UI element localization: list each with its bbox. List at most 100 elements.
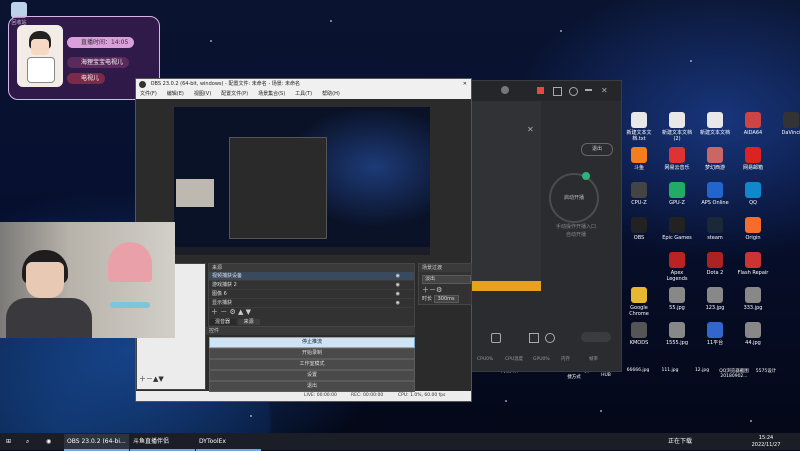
menu-item[interactable]: 文件(F): [140, 91, 157, 97]
tray-download-text[interactable]: 正在下载: [668, 434, 692, 449]
desktop-icon-label[interactable]: QQ浏览器截图20180902...: [719, 368, 749, 379]
close-icon[interactable]: ✕: [601, 86, 608, 95]
desktop-icon[interactable]: 网易云音乐: [660, 147, 694, 171]
desktop-icon[interactable]: Google Chrome: [622, 287, 656, 317]
desktop-icon[interactable]: DaVinci: [774, 112, 800, 136]
remove-icon[interactable]: －: [220, 308, 227, 316]
gear-icon[interactable]: [545, 333, 555, 343]
desktop-icon[interactable]: 1555.jpg: [660, 322, 694, 346]
control-button[interactable]: 停止推流: [209, 337, 415, 348]
add-icon[interactable]: ＋: [211, 308, 218, 316]
tab-mixer[interactable]: 混音器: [209, 319, 237, 325]
desktop-icon-label: KMODS: [629, 340, 649, 346]
menu-item[interactable]: 场景集合(S): [258, 91, 285, 97]
desktop-icon-label: APS Online: [701, 200, 729, 206]
source-item[interactable]: 游戏捕获 2 ◉: [209, 281, 414, 290]
obs-preview[interactable]: [174, 107, 430, 255]
speaker-icon[interactable]: [491, 333, 501, 343]
search-icon[interactable]: ⌕: [26, 434, 36, 449]
app-icon: [707, 252, 723, 268]
desktop-icon[interactable]: Flash Repair: [736, 252, 770, 276]
desktop-icon[interactable]: steam: [698, 217, 732, 241]
desktop-icon-label[interactable]: 12.jpg: [687, 368, 717, 373]
camera-icon[interactable]: [529, 333, 539, 343]
message-icon[interactable]: [553, 87, 562, 96]
windows-start-icon[interactable]: ⊞: [6, 434, 16, 449]
desktop-icon[interactable]: Epic Games: [660, 217, 694, 241]
control-button[interactable]: 设置: [209, 370, 415, 381]
visibility-eye-icon[interactable]: ◉: [396, 299, 400, 307]
menu-item[interactable]: 工具(T): [295, 91, 312, 97]
desktop-icon[interactable]: 123.jpg: [698, 287, 732, 311]
desktop-icon[interactable]: AIDA64: [736, 112, 770, 136]
desktop-icon[interactable]: 梦幻西游: [698, 147, 732, 171]
desktop-icon[interactable]: 11平台: [698, 322, 732, 346]
transition-toolbar: ＋－⚙: [422, 285, 442, 295]
duration-input[interactable]: 300ms: [433, 295, 459, 303]
arrow-up-icon[interactable]: ▲: [238, 308, 243, 316]
desktop-icon[interactable]: Origin: [736, 217, 770, 241]
desktop-icon-label: AIDA64: [743, 130, 763, 136]
close-icon[interactable]: ✕: [463, 79, 467, 90]
gear-icon[interactable]: ⚙: [229, 308, 235, 316]
control-button[interactable]: 退出: [209, 381, 415, 392]
add-icon[interactable]: ＋: [422, 286, 429, 294]
desktop-icon[interactable]: 斗鱼: [622, 147, 656, 171]
add-icon[interactable]: ＋: [139, 375, 146, 383]
transition-select[interactable]: 淡出: [422, 275, 471, 284]
source-item[interactable]: 图像 6 ◉: [209, 290, 414, 299]
desktop-icon[interactable]: 新建文本文档 (2): [660, 112, 694, 142]
source-item[interactable]: 视频捕获设备 ◉: [209, 272, 414, 281]
desktop-icon-label: CPU-Z: [631, 200, 647, 206]
close-icon[interactable]: ✕: [527, 125, 534, 134]
taskbar-item[interactable]: DYToolEx: [196, 434, 261, 451]
clock[interactable]: 15:24 2022/11/27: [740, 435, 792, 450]
desktop-icon[interactable]: APS Online: [698, 182, 732, 206]
gear-icon[interactable]: ⚙: [436, 286, 442, 294]
menu-item[interactable]: 编辑(E): [167, 91, 184, 97]
desktop-icon[interactable]: QQ: [736, 182, 770, 206]
desktop-icon[interactable]: 新建文本文档.txt: [622, 112, 656, 142]
exit-button[interactable]: 退出: [581, 143, 613, 156]
desktop-icon[interactable]: 44.jpg: [736, 322, 770, 346]
minimize-icon[interactable]: [585, 89, 592, 91]
taskbar-item[interactable]: 斗鱼直播伴侣: [130, 434, 195, 451]
tab-sources[interactable]: 来源: [237, 319, 260, 325]
desktop-icon[interactable]: CPU-Z: [622, 182, 656, 206]
desktop-icon[interactable]: KMODS: [622, 322, 656, 346]
source-item[interactable]: 显示捕获 ◉: [209, 299, 414, 308]
desktop-icon[interactable]: Dota 2: [698, 252, 732, 276]
desktop-icon-label[interactable]: 5575设计: [751, 368, 781, 374]
obs-titlebar: OBS 23.0.2 (64-bit, windows) - 配置文件: 未命名…: [136, 79, 471, 90]
visibility-eye-icon[interactable]: ◉: [396, 281, 400, 289]
desktop-icon[interactable]: 333.jpg: [736, 287, 770, 311]
visibility-eye-icon[interactable]: ◉: [396, 290, 400, 298]
start-live-button[interactable]: 启动开播: [549, 173, 599, 223]
app-status-footer: CPU0% CPU温度 GPU0% 内存 帧率: [471, 355, 621, 365]
gift-icon[interactable]: [537, 87, 544, 94]
desktop-icon-label[interactable]: 111.jpg: [655, 368, 685, 373]
control-button[interactable]: 开始录制: [209, 348, 415, 359]
menu-item[interactable]: 配置文件(P): [221, 91, 248, 97]
menu-item[interactable]: 视图(V): [194, 91, 211, 97]
desktop-icon-label: QQ: [749, 200, 757, 206]
desktop-icon[interactable]: 55.jpg: [660, 287, 694, 311]
visibility-eye-icon[interactable]: ◉: [396, 272, 400, 280]
desktop-icon-label[interactable]: 66666.jpg: [623, 368, 653, 373]
control-button[interactable]: 工作室模式: [209, 359, 415, 370]
desktop-icon[interactable]: 网易邮箱: [736, 147, 770, 171]
arrow-down-icon[interactable]: ▼: [246, 308, 251, 316]
menu-item[interactable]: 帮助(H): [322, 91, 340, 97]
taskbar-item[interactable]: OBS 23.0.2 (64-bi...: [64, 434, 129, 451]
remove-icon[interactable]: －: [146, 375, 153, 383]
desktop-icon[interactable]: Apex Legends: [660, 252, 694, 282]
gear-icon[interactable]: [569, 87, 578, 96]
desktop-icon[interactable]: GPU-Z: [660, 182, 694, 206]
desktop-icon[interactable]: OBS: [622, 217, 656, 241]
desktop-icon[interactable]: 新建文本文档: [698, 112, 732, 136]
arrow-down-icon[interactable]: ▼: [158, 375, 163, 383]
chrome-icon[interactable]: ◉: [46, 434, 58, 449]
app-icon: [631, 322, 647, 338]
remove-icon[interactable]: －: [429, 286, 436, 294]
app-action-button[interactable]: [581, 332, 611, 342]
